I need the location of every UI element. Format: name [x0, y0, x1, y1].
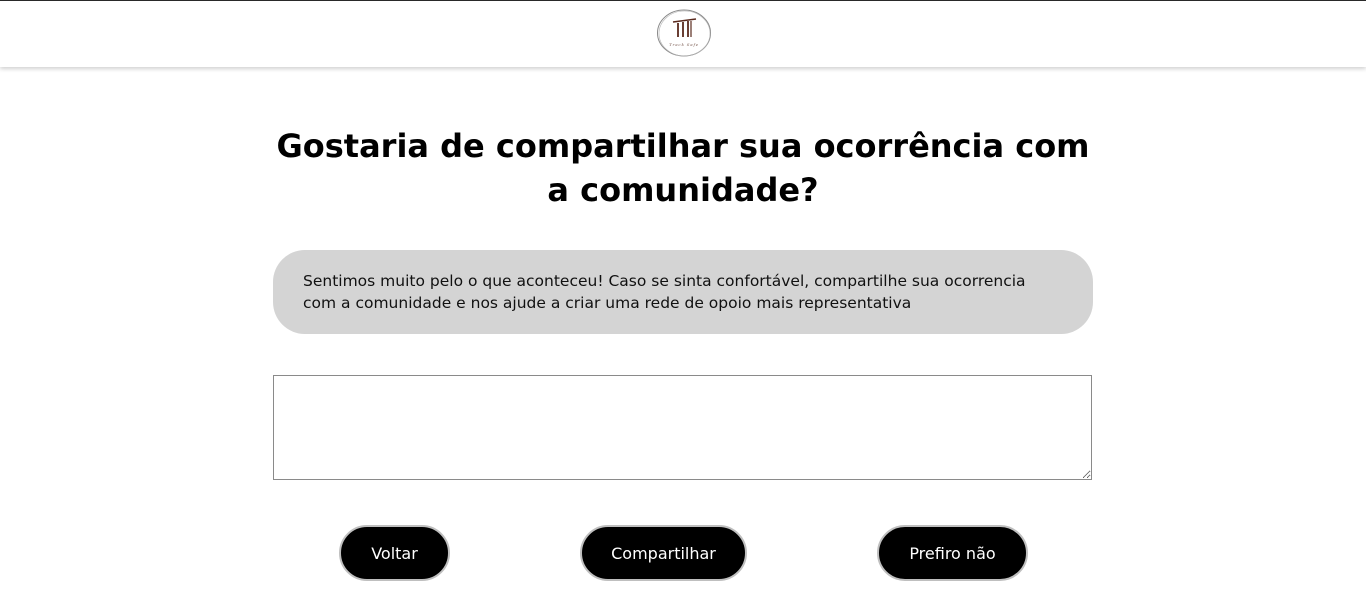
- occurrence-textarea[interactable]: [273, 375, 1092, 480]
- back-button[interactable]: Voltar: [339, 525, 450, 581]
- logo[interactable]: Track Safe: [656, 8, 712, 58]
- share-button[interactable]: Compartilhar: [580, 525, 747, 581]
- top-bar: Track Safe: [0, 1, 1366, 67]
- page-title: Gostaria de compartilhar sua ocorrência …: [276, 127, 1090, 209]
- logo-icon: Track Safe: [657, 9, 711, 57]
- decline-button[interactable]: Prefiro não: [877, 525, 1028, 581]
- info-message: Sentimos muito pelo o que aconteceu! Cas…: [273, 250, 1093, 334]
- logo-text: Track Safe: [669, 42, 699, 47]
